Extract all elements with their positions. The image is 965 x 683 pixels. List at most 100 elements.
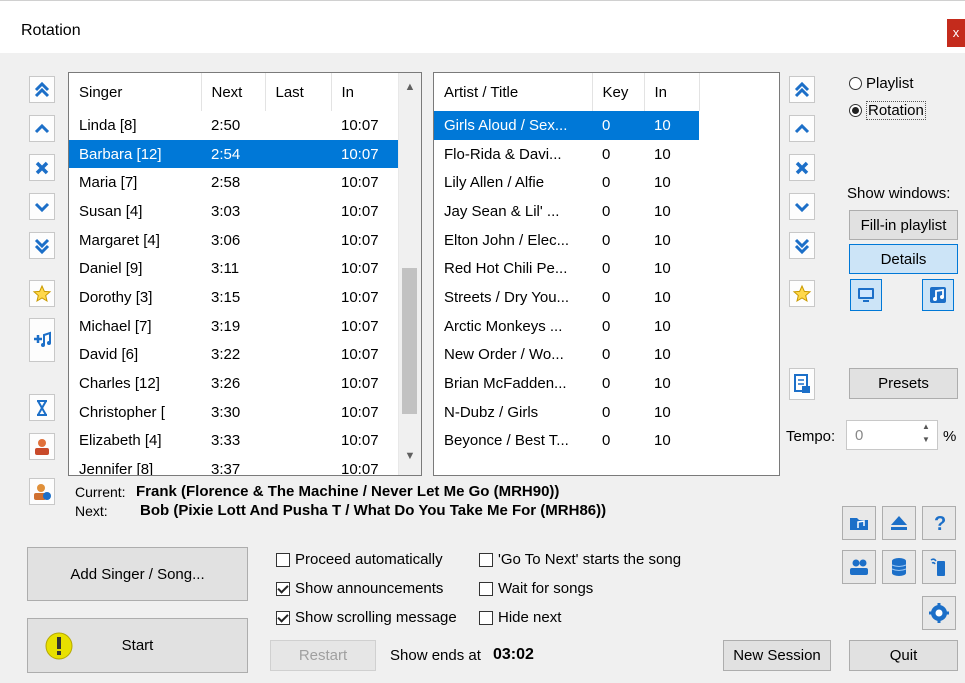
rotation-radio-dot[interactable] [849,104,862,117]
singer-list-scrollbar[interactable]: ▲ ▼ [398,73,421,475]
song-move-down-button[interactable] [789,193,815,220]
singer-cell-last [265,312,331,341]
close-button[interactable]: x [947,19,965,47]
singer-row[interactable]: Elizabeth [4] 3:33 10:07 [69,427,399,456]
eject-button[interactable] [882,506,916,540]
remove-singer-button[interactable] [29,154,55,181]
column-header-next[interactable]: Next [201,73,266,111]
hide-next-box[interactable] [479,610,493,625]
move-to-top-button[interactable] [29,76,55,103]
add-song-to-singer-button[interactable] [29,318,55,362]
singer-row[interactable]: Maria [7] 2:58 10:07 [69,168,399,197]
column-header-last[interactable]: Last [265,73,332,111]
song-row[interactable]: N-Dubz / Girls 0 10 [434,398,699,427]
column-header-singer[interactable]: Singer [69,73,202,111]
details-button[interactable]: Details [849,244,958,274]
singer-row[interactable]: Jennifer [8] 3:37 10:07 [69,455,399,475]
wait-for-songs-checkbox[interactable]: Wait for songs [479,580,593,597]
history-button[interactable] [29,394,55,421]
settings-button[interactable] [922,596,956,630]
monitor-window-button[interactable] [850,279,882,311]
scroll-thumb[interactable] [402,268,417,414]
show-scrolling-message-checkbox[interactable]: Show scrolling message [276,609,457,626]
playlist-radio-dot[interactable] [849,77,862,90]
start-button[interactable]: Start [27,618,248,673]
song-row[interactable]: Girls Aloud / Sex... 0 10 [434,111,699,140]
presets-button[interactable]: Presets [849,368,958,399]
column-header-key[interactable]: Key [592,73,645,111]
song-row[interactable]: Red Hot Chili Pe... 0 10 [434,254,699,283]
song-list-report-button[interactable] [789,368,815,400]
new-session-button[interactable]: New Session [723,640,831,671]
singer-profile-button[interactable] [29,433,55,460]
remove-song-button[interactable] [789,154,815,181]
song-row[interactable]: Brian McFadden... 0 10 [434,369,699,398]
singer-row[interactable]: Margaret [4] 3:06 10:07 [69,226,399,255]
go-to-next-checkbox[interactable]: 'Go To Next' starts the song [479,551,681,568]
song-move-to-bottom-button[interactable] [789,232,815,259]
scroll-up-icon[interactable]: ▲ [399,81,421,101]
singer-row[interactable]: David [6] 3:22 10:07 [69,341,399,370]
scroll-down-icon[interactable]: ▼ [399,450,421,470]
song-list[interactable]: Artist / Title Key In Girls Aloud / Sex.… [433,72,780,476]
music-folder-button[interactable] [842,506,876,540]
singer-row[interactable]: Susan [4] 3:03 10:07 [69,197,399,226]
move-down-button[interactable] [29,193,55,220]
tempo-stepper[interactable]: 0 ▲ ▼ [846,420,938,450]
song-row[interactable]: Arctic Monkeys ... 0 10 [434,312,699,341]
singer-row[interactable]: Daniel [9] 3:11 10:07 [69,254,399,283]
song-row[interactable]: Streets / Dry You... 0 10 [434,283,699,312]
proceed-automatically-box[interactable] [276,552,290,567]
help-button[interactable]: ? [922,506,956,540]
show-announcements-checkbox[interactable]: Show announcements [276,580,443,597]
song-row[interactable]: Beyonce / Best T... 0 10 [434,427,699,456]
move-to-bottom-button[interactable] [29,232,55,259]
column-header-song-in[interactable]: In [644,73,700,111]
singers-button[interactable] [842,550,876,584]
add-singer-song-button[interactable]: Add Singer / Song... [27,547,248,601]
move-up-button[interactable] [29,115,55,142]
go-to-next-box[interactable] [479,552,493,567]
singer-cell-last [265,139,331,169]
tempo-decrease-icon[interactable]: ▼ [917,435,935,448]
show-announcements-box[interactable] [276,581,290,596]
song-move-up-button[interactable] [789,115,815,142]
column-header-artist-title[interactable]: Artist / Title [434,73,593,111]
hide-next-checkbox[interactable]: Hide next [479,609,561,626]
song-cell-artist-title: Beyonce / Best T... [444,432,569,450]
song-row[interactable]: Lily Allen / Alfie 0 10 [434,168,699,197]
proceed-automatically-checkbox[interactable]: Proceed automatically [276,551,443,568]
song-move-to-top-button[interactable] [789,76,815,103]
column-header-in[interactable]: In [331,73,400,111]
singer-list[interactable]: Singer Next Last In Linda [8] 2:50 10:07 Ba… [68,72,422,476]
song-row[interactable]: Elton John / Elec... 0 10 [434,226,699,255]
song-cell-artist-title: Red Hot Chili Pe... [444,260,568,278]
show-scrolling-message-label: Show scrolling message [295,609,457,626]
quit-button[interactable]: Quit [849,640,958,671]
singer-row[interactable]: Christopher [3:30 10:07 [69,398,399,427]
singer-cell-in: 10:07 [341,288,379,306]
song-row[interactable]: Flo-Rida & Davi... 0 10 [434,140,699,169]
tempo-value[interactable]: 0 [855,427,863,444]
database-button[interactable] [882,550,916,584]
tempo-increase-icon[interactable]: ▲ [917,422,935,435]
song-row[interactable]: Jay Sean & Lil' ... 0 10 [434,197,699,226]
wait-for-songs-box[interactable] [479,581,493,596]
rotation-radio[interactable]: Rotation [849,101,926,120]
song-row[interactable]: New Order / Wo... 0 10 [434,341,699,370]
singer-row[interactable]: Barbara [12] 2:54 10:07 [69,139,399,169]
singer-row[interactable]: Linda [8] 2:50 10:07 [69,111,399,140]
singer-row[interactable]: Michael [7] 3:19 10:07 [69,312,399,341]
singer-cell-next: 3:33 [211,432,241,450]
singer-row[interactable]: Dorothy [3] 3:15 10:07 [69,283,399,312]
singer-info-button[interactable] [29,478,55,505]
favorite-singer-button[interactable] [29,280,55,307]
music-window-button[interactable] [922,279,954,311]
favorite-song-button[interactable] [789,280,815,307]
fill-in-playlist-button[interactable]: Fill-in playlist [849,210,958,240]
restart-button[interactable]: Restart [270,640,376,671]
show-scrolling-message-box[interactable] [276,610,290,625]
remote-control-button[interactable] [922,550,956,584]
playlist-radio[interactable]: Playlist [849,75,914,92]
singer-row[interactable]: Charles [12] 3:26 10:07 [69,369,399,398]
